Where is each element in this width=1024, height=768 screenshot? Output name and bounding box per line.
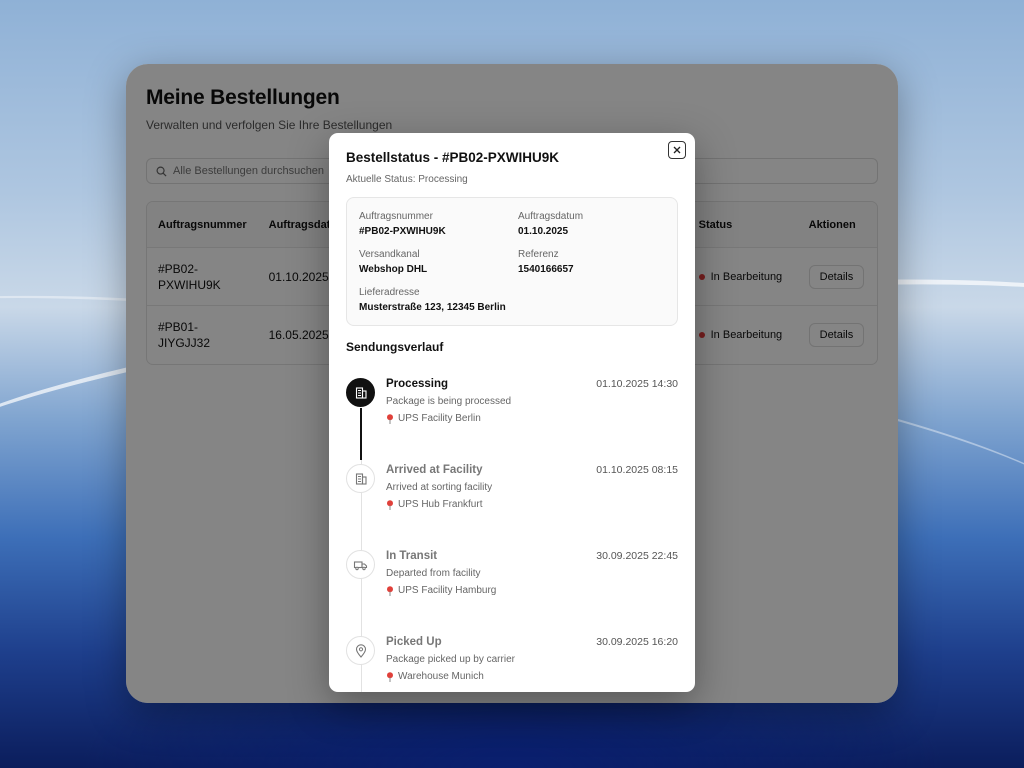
pushpin-icon bbox=[387, 499, 393, 510]
event-title: Arrived at Facility bbox=[386, 464, 483, 476]
order-status-dialog: Bestellstatus - #PB02-PXWIHU9K Aktuelle … bbox=[329, 133, 695, 692]
event-description: Departed from facility bbox=[386, 568, 481, 579]
event-title: Picked Up bbox=[386, 636, 442, 648]
info-order-date: Auftragsdatum 01.10.2025 bbox=[518, 211, 665, 237]
shipment-timeline: Processing 01.10.2025 14:30 Package is b… bbox=[346, 378, 678, 692]
pushpin-icon bbox=[387, 413, 393, 424]
timeline-event: Picked Up 30.09.2025 16:20 Package picke… bbox=[346, 636, 678, 692]
event-location-text: UPS Hub Frankfurt bbox=[398, 499, 483, 510]
close-button[interactable] bbox=[668, 141, 686, 159]
info-value: 01.10.2025 bbox=[518, 226, 569, 237]
info-value: Musterstraße 123, 12345 Berlin bbox=[359, 302, 506, 313]
info-order-number: Auftragsnummer #PB02-PXWIHU9K bbox=[359, 211, 518, 237]
info-value: Webshop DHL bbox=[359, 264, 428, 275]
event-location-text: Warehouse Munich bbox=[398, 671, 484, 682]
info-label: Lieferadresse bbox=[359, 287, 420, 298]
pushpin-icon bbox=[387, 585, 393, 596]
event-location: Warehouse Munich bbox=[386, 671, 678, 682]
info-reference: Referenz 1540166657 bbox=[518, 249, 665, 275]
shipment-history-title: Sendungsverlauf bbox=[346, 340, 444, 354]
building-icon bbox=[346, 378, 375, 407]
info-label: Referenz bbox=[518, 249, 559, 260]
info-value: 1540166657 bbox=[518, 264, 574, 275]
map-pin-icon bbox=[346, 636, 375, 665]
event-time: 01.10.2025 14:30 bbox=[596, 378, 678, 390]
event-location: UPS Hub Frankfurt bbox=[386, 499, 678, 510]
event-title: Processing bbox=[386, 378, 448, 390]
event-time: 30.09.2025 16:20 bbox=[596, 636, 678, 648]
info-shipping-channel: Versandkanal Webshop DHL bbox=[359, 249, 518, 275]
info-delivery-address: Lieferadresse Musterstraße 123, 12345 Be… bbox=[359, 287, 665, 313]
event-title: In Transit bbox=[386, 550, 438, 562]
info-value: #PB02-PXWIHU9K bbox=[359, 226, 446, 237]
event-location-text: UPS Facility Hamburg bbox=[398, 585, 497, 596]
pushpin-icon bbox=[387, 671, 393, 682]
event-location: UPS Facility Hamburg bbox=[386, 585, 678, 596]
building-icon bbox=[346, 464, 375, 493]
order-info-panel: Auftragsnummer #PB02-PXWIHU9K Auftragsda… bbox=[346, 197, 678, 326]
timeline-event: Arrived at Facility 01.10.2025 08:15 Arr… bbox=[346, 464, 678, 550]
event-description: Arrived at sorting facility bbox=[386, 482, 493, 493]
timeline-event: In Transit 30.09.2025 22:45 Departed fro… bbox=[346, 550, 678, 636]
close-icon bbox=[673, 146, 681, 154]
event-time: 01.10.2025 08:15 bbox=[596, 464, 678, 476]
event-time: 30.09.2025 22:45 bbox=[596, 550, 678, 562]
info-label: Auftragsnummer bbox=[359, 211, 433, 222]
info-label: Versandkanal bbox=[359, 249, 420, 260]
event-location: UPS Facility Berlin bbox=[386, 413, 678, 424]
info-label: Auftragsdatum bbox=[518, 211, 584, 222]
dialog-subtitle: Aktuelle Status: Processing bbox=[346, 174, 468, 185]
truck-icon bbox=[346, 550, 375, 579]
event-description: Package is being processed bbox=[386, 396, 512, 407]
timeline-event: Processing 01.10.2025 14:30 Package is b… bbox=[346, 378, 678, 464]
dialog-title: Bestellstatus - #PB02-PXWIHU9K bbox=[346, 150, 560, 165]
event-description: Package picked up by carrier bbox=[386, 654, 515, 665]
event-location-text: UPS Facility Berlin bbox=[398, 413, 481, 424]
